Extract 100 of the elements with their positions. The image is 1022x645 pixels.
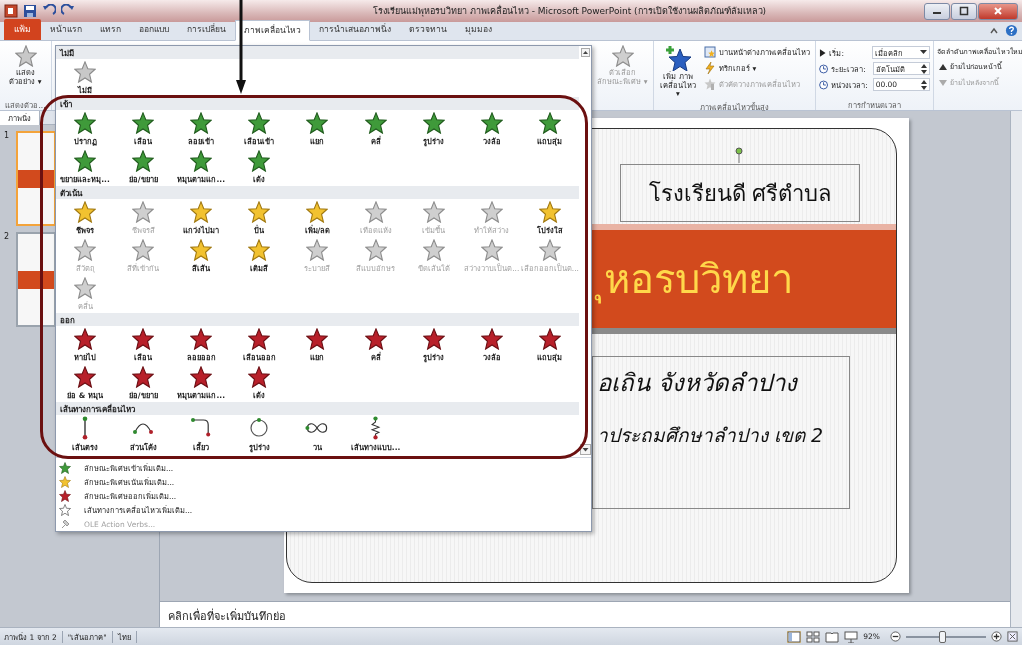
star-icon: [538, 111, 561, 134]
pin-icon: [59, 518, 71, 530]
banner-text: ุหอรบวิทยา: [592, 247, 797, 311]
star-icon: [190, 327, 213, 350]
star-icon: [364, 200, 387, 223]
star-icon: [248, 327, 271, 350]
maximize-icon: [959, 6, 969, 16]
star-icon: [132, 111, 155, 134]
collapse-ribbon-icon[interactable]: [989, 25, 999, 36]
zoom-out-icon[interactable]: [890, 631, 901, 642]
section-header: เส้นทางการเคลื่อนไหว: [56, 402, 579, 415]
scroll-down-icon[interactable]: [579, 444, 591, 455]
spinner-arrows-icon: [921, 79, 927, 90]
ribbon-tab[interactable]: การนำเสนอภาพนิ่ง: [310, 19, 400, 40]
subtitle-placeholder[interactable]: อเถิน จังหวัดลำปาง าประถมศึกษาลำปาง เขต 2: [592, 356, 850, 509]
ribbon-tab[interactable]: แทรก: [91, 19, 130, 40]
dropdown-arrow-icon: [920, 50, 927, 55]
star-icon: [306, 111, 329, 134]
slide-thumbnail[interactable]: [16, 131, 56, 226]
ribbon-tab[interactable]: การเปลี่ยน: [178, 19, 235, 40]
reading-view-icon[interactable]: [825, 630, 840, 643]
clock-icon: [819, 63, 829, 74]
help-icon[interactable]: [1005, 24, 1018, 37]
scroll-up-icon[interactable]: [580, 48, 590, 57]
star-icon: [74, 365, 97, 388]
slide-sorter-icon[interactable]: [806, 630, 821, 643]
star-icon: [538, 200, 561, 223]
slide-thumbnail[interactable]: [16, 232, 56, 327]
close-button[interactable]: [978, 2, 1018, 20]
save-icon[interactable]: [23, 4, 37, 18]
zoom-in-icon[interactable]: [991, 631, 1002, 642]
star-icon: [480, 200, 503, 223]
star-icon: [74, 149, 97, 172]
subtitle-line: อเถิน จังหวัดลำปาง: [597, 368, 799, 399]
custom-path-icon: [370, 415, 382, 440]
window-title: โรงเรียนแม่พุหอรบวิทยา ภาพเคลื่อนไหว - Microsoft PowerPoint (การเปิดใช้งานผลิตภัณฑ์ล้มเหลว): [371, 4, 768, 18]
slide-number: 2: [4, 232, 11, 243]
star-icon: [364, 238, 387, 261]
star-icon: [480, 238, 503, 261]
star-icon: [422, 111, 445, 134]
slider-thumb[interactable]: [939, 630, 946, 643]
minimize-button[interactable]: [924, 2, 950, 20]
star-icon: [248, 365, 271, 388]
star-icon: [248, 111, 271, 134]
brush-icon: [704, 78, 716, 90]
app-icon: [4, 4, 18, 18]
vertical-scrollbar[interactable]: [1010, 111, 1022, 627]
normal-view-icon[interactable]: [787, 630, 802, 643]
star-icon: [74, 200, 97, 223]
star-icon: [74, 238, 97, 261]
star-icon: [190, 365, 213, 388]
pane-icon: [704, 46, 716, 58]
undo-icon[interactable]: [42, 4, 56, 18]
star-icon: [132, 327, 155, 350]
subtitle-line: าประถมศึกษาลำปาง เขต 2: [597, 423, 825, 448]
star-icon: [306, 238, 329, 261]
ribbon-tab[interactable]: มุมมอง: [456, 19, 501, 40]
star-icon: [190, 111, 213, 134]
star-icon: [74, 111, 97, 134]
star-icon: [306, 327, 329, 350]
ribbon-tab[interactable]: หน้าแรก: [41, 19, 91, 40]
star-icon: [132, 238, 155, 261]
star-icon: [248, 238, 271, 261]
star-icon: [190, 200, 213, 223]
star-icon: [190, 149, 213, 172]
star-icon: [132, 365, 155, 388]
star-icon: [538, 238, 561, 261]
star-icon: [480, 111, 503, 134]
star-icon: [480, 327, 503, 350]
maximize-button[interactable]: [951, 2, 977, 20]
star-icon: [611, 45, 634, 67]
slideshow-icon[interactable]: [844, 630, 859, 643]
star-icon: [422, 200, 445, 223]
up-triangle-icon: [939, 63, 947, 70]
star-icon: [74, 327, 97, 350]
notes-pane[interactable]: คลิกเพื่อที่จะเพิ่มบันทึกย่อ: [160, 601, 1010, 627]
ribbon-tab[interactable]: ภาพเคลื่อนไหว: [235, 20, 310, 41]
star-icon: [364, 111, 387, 134]
ribbon-tab[interactable]: ตรวจทาน: [400, 19, 456, 40]
star-icon: [248, 200, 271, 223]
lightning-icon: [704, 62, 716, 74]
star-icon: [190, 238, 213, 261]
star-icon: [59, 462, 71, 474]
file-tab[interactable]: แฟ้ม: [4, 19, 41, 40]
star-icon: [538, 327, 561, 350]
redo-icon[interactable]: [61, 4, 75, 18]
star-icon: [74, 276, 97, 299]
clock-icon: [819, 79, 829, 90]
fit-window-icon[interactable]: [1007, 631, 1018, 642]
star-icon: [132, 149, 155, 172]
star-icon: [74, 60, 97, 83]
star-icon: [14, 45, 37, 67]
star-icon: [422, 238, 445, 261]
star-icon: [306, 200, 329, 223]
star-icon: [132, 200, 155, 223]
star-icon: [422, 327, 445, 350]
ribbon-tab[interactable]: ออกแบบ: [130, 19, 178, 40]
title-placeholder[interactable]: โรงเรียนดี ศรีตำบล: [620, 164, 860, 222]
rotate-handle-icon[interactable]: [734, 147, 744, 163]
add-star-icon: [665, 45, 691, 71]
